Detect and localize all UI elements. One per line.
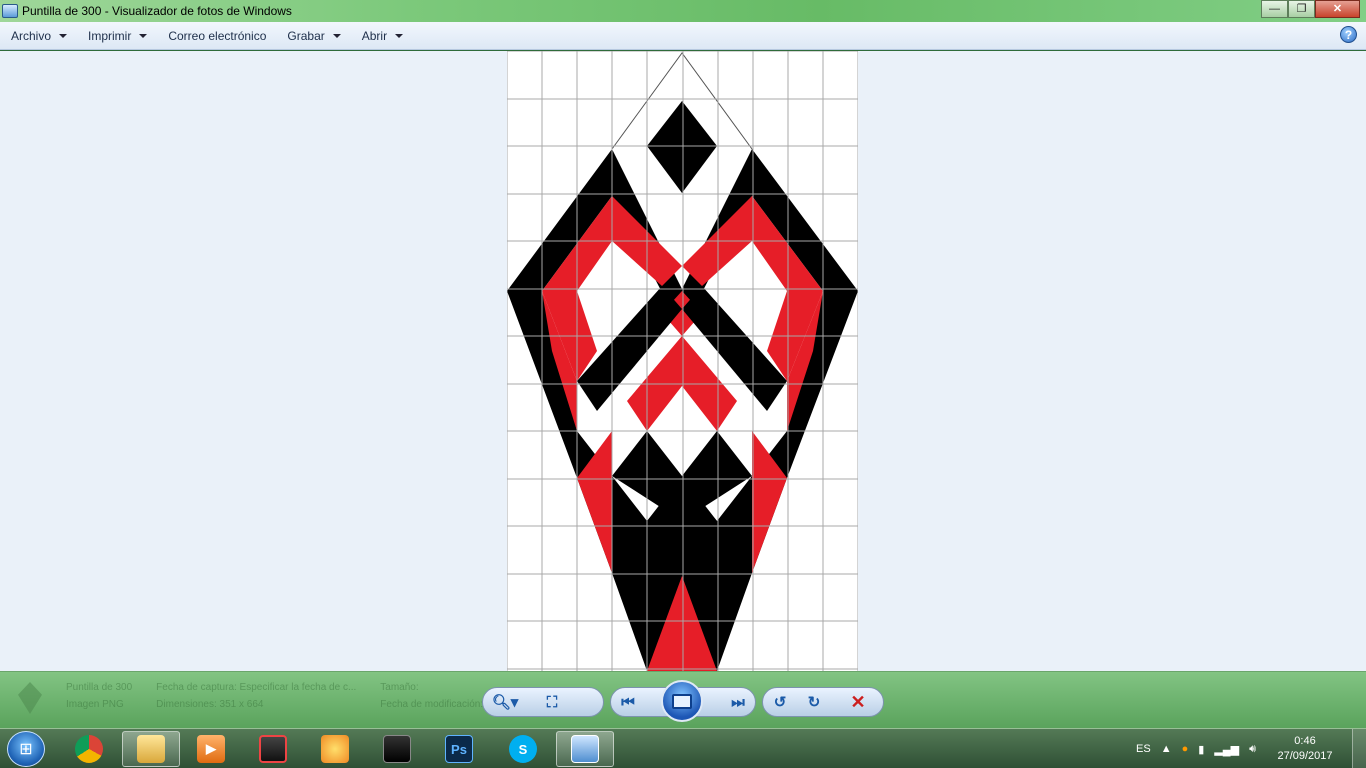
show-hidden-icons-icon[interactable]: ▲ [1161,743,1172,755]
chevron-down-icon [395,33,404,38]
menu-imprimir-label: Imprimir [88,28,132,43]
control-bar: Puntilla de 300 Imagen PNG Fecha de capt… [0,671,1366,728]
clock-time: 0:46 [1294,735,1316,747]
menu-abrir[interactable]: Abrir [351,23,413,49]
image-viewport[interactable] [0,51,1366,671]
title-bar: Puntilla de 300 - Visualizador de fotos … [0,0,1366,22]
file-info-col-3: Tamaño: Fecha de modificación: [380,682,483,716]
camera-icon [259,735,287,763]
window-controls: — ❐ ✕ [1261,0,1360,18]
chevron-down-icon [139,33,148,38]
taskbar-paint[interactable] [306,731,364,767]
menu-correo-label: Correo electrónico [168,28,267,43]
taskbar-camera[interactable] [244,731,302,767]
taskbar-photoshop[interactable]: Ps [430,731,488,767]
start-button[interactable]: ⊞ [7,731,45,767]
capture-date: Fecha de captura: Especificar la fecha d… [156,682,357,693]
zoom-controls: 🔍︎▾ ⛶ [482,687,604,717]
network-icon[interactable]: ▂▄▆ [1214,743,1239,756]
avast-icon[interactable]: ● [1182,743,1189,755]
clock-date: 27/09/2017 [1277,750,1333,762]
folder-icon [137,735,165,763]
file-type: Imagen PNG [66,699,124,710]
language-indicator[interactable]: ES [1136,743,1151,755]
volume-icon[interactable]: 🔊︎ [1249,743,1256,756]
photo-viewer-icon [571,735,599,763]
help-icon[interactable]: ? [1340,26,1357,43]
close-button[interactable]: ✕ [1315,0,1360,18]
taskbar-media-player[interactable]: ▶ [182,731,240,767]
taskbar: ⊞ ▶ Ps S ES ▲ ● ▮ ▂▄▆ 🔊︎ 0:46 27/09/2017 [0,728,1366,768]
paint-palette-icon [321,735,349,763]
menu-bar: Archivo Imprimir Correo electrónico Grab… [0,22,1366,50]
minimize-button[interactable]: — [1261,0,1288,18]
show-desktop-button[interactable] [1352,729,1366,768]
file-name: Puntilla de 300 [66,682,133,693]
chevron-down-icon [59,33,68,38]
menu-imprimir[interactable]: Imprimir [77,23,157,49]
restore-button[interactable]: ❐ [1288,0,1315,18]
menu-grabar-label: Grabar [287,28,325,43]
file-thumbnail [18,682,42,714]
edit-controls: ↺ ↻ ✕ [762,687,884,717]
clock[interactable]: 0:46 27/09/2017 [1266,734,1344,764]
delete-icon[interactable]: ✕ [841,689,875,715]
window-title: Puntilla de 300 - Visualizador de fotos … [22,4,292,18]
file-info-col-2: Fecha de captura: Especificar la fecha d… [156,682,356,716]
menu-archivo[interactable]: Archivo [0,23,77,49]
menu-correo[interactable]: Correo electrónico [157,23,276,49]
media-player-icon: ▶ [197,735,225,763]
rotate-ccw-icon[interactable]: ↺ [763,689,797,715]
chevron-down-icon [332,33,341,38]
file-info-col-1: Puntilla de 300 Imagen PNG [66,682,132,716]
taskbar-explorer[interactable] [122,731,180,767]
file-size: Tamaño: [380,682,419,693]
taskbar-photo-viewer[interactable] [556,731,614,767]
rotate-cw-icon[interactable]: ↻ [797,689,831,715]
pattern-image [506,51,859,671]
taskbar-chrome[interactable] [60,731,118,767]
previous-icon[interactable]: ⏮ [611,689,645,715]
menu-abrir-label: Abrir [361,28,388,43]
display-icon [383,735,411,763]
system-tray: ES ▲ ● ▮ ▂▄▆ 🔊︎ 0:46 27/09/2017 [1136,729,1366,768]
taskbar-display[interactable] [368,731,426,767]
photo-viewer-app-icon [2,4,18,18]
photoshop-icon: Ps [445,735,473,763]
skype-icon: S [509,735,537,763]
slideshow-button[interactable] [661,680,703,722]
displayed-image [506,51,859,671]
slideshow-icon [672,693,692,709]
file-dimensions: Dimensiones: 351 x 664 [156,699,264,710]
chrome-icon [75,735,103,763]
file-info-panel: Puntilla de 300 Imagen PNG Fecha de capt… [18,682,483,716]
fit-to-window-icon[interactable]: ⛶ [535,689,569,715]
power-icon[interactable]: ▮ [1198,743,1204,756]
next-icon[interactable]: ⏭ [721,689,755,715]
search-plus-icon[interactable]: 🔍︎▾ [483,689,527,715]
taskbar-skype[interactable]: S [494,731,552,767]
modified-date: Fecha de modificación: [380,699,484,710]
menu-archivo-label: Archivo [11,28,52,43]
menu-grabar[interactable]: Grabar [276,23,350,49]
